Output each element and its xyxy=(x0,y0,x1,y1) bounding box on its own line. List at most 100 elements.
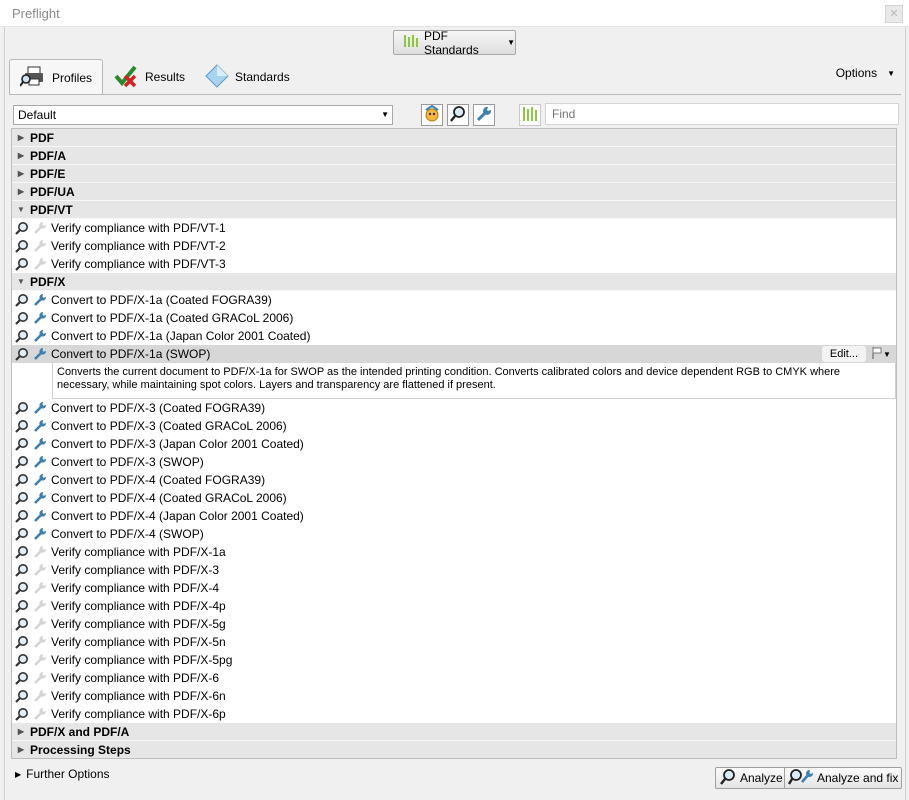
profile-row[interactable]: Convert to PDF/X-3 (Japan Color 2001 Coa… xyxy=(12,435,896,453)
magnifier-icon xyxy=(13,346,31,362)
wrench-icon xyxy=(31,688,49,704)
wrench-icon xyxy=(475,105,493,126)
analyze-filter-button[interactable] xyxy=(447,104,469,126)
tab-profiles[interactable]: Profiles xyxy=(9,59,104,95)
close-button[interactable]: ✕ xyxy=(885,5,903,23)
analyze-button[interactable]: Analyze xyxy=(715,767,787,789)
bars-icon xyxy=(404,35,418,50)
profile-label: Verify compliance with PDF/X-6n xyxy=(51,689,226,703)
profile-row[interactable]: Convert to PDF/X-1a (Japan Color 2001 Co… xyxy=(12,327,896,345)
profile-row[interactable]: Convert to PDF/X-4 (Coated FOGRA39) xyxy=(12,471,896,489)
magnifier-icon xyxy=(13,706,31,722)
options-menu[interactable]: Options ▼ xyxy=(836,66,895,80)
tab-divider xyxy=(9,94,901,95)
profile-label: Verify compliance with PDF/X-4p xyxy=(51,599,226,613)
wrench-icon xyxy=(31,652,49,668)
expand-icon: ▶ xyxy=(17,187,25,196)
wrench-icon xyxy=(31,238,49,254)
profile-label: Convert to PDF/X-3 (Coated GRACoL 2006) xyxy=(51,419,287,433)
wrench-icon xyxy=(31,418,49,434)
tab-profiles-label: Profiles xyxy=(52,70,93,85)
profile-row[interactable]: Convert to PDF/X-4 (SWOP) xyxy=(12,525,896,543)
group-pdf[interactable]: ▶ PDF xyxy=(12,129,896,147)
wrench-icon xyxy=(31,346,49,362)
profile-row[interactable]: Convert to PDF/X-4 (Coated GRACoL 2006) xyxy=(12,489,896,507)
further-options-label: Further Options xyxy=(26,767,110,781)
group-pdf-e[interactable]: ▶ PDF/E xyxy=(12,165,896,183)
magnifier-icon xyxy=(13,580,31,596)
profile-row[interactable]: Convert to PDF/X-3 (Coated GRACoL 2006) xyxy=(12,417,896,435)
profile-row[interactable]: Verify compliance with PDF/X-6p xyxy=(12,705,896,723)
tab-standards-label: Standards xyxy=(235,70,290,84)
profile-row[interactable]: Convert to PDF/X-4 (Japan Color 2001 Coa… xyxy=(12,507,896,525)
further-options-toggle[interactable]: ▶ Further Options xyxy=(15,767,110,781)
profile-label: Verify compliance with PDF/X-5n xyxy=(51,635,226,649)
magnifier-icon xyxy=(13,400,31,416)
group-pdf-a[interactable]: ▶ PDF/A xyxy=(12,147,896,165)
wrench-icon xyxy=(31,526,49,542)
magnifier-icon xyxy=(13,238,31,254)
magnifier-icon xyxy=(13,310,31,326)
tab-standards[interactable]: Standards xyxy=(195,59,300,95)
magnifier-icon xyxy=(13,562,31,578)
options-label: Options xyxy=(835,66,878,80)
profile-label: Verify compliance with PDF/X-3 xyxy=(51,563,220,577)
profile-row[interactable]: Verify compliance with PDF/X-6 xyxy=(12,669,896,687)
flag-icon xyxy=(872,347,882,361)
profile-label: Convert to PDF/X-4 (SWOP) xyxy=(51,527,204,541)
profile-row[interactable]: Verify compliance with PDF/X-5g xyxy=(12,615,896,633)
profile-row[interactable]: Convert to PDF/X-1a (Coated GRACoL 2006) xyxy=(12,309,896,327)
profile-row[interactable]: Verify compliance with PDF/VT-2 xyxy=(12,237,896,255)
wrench-icon xyxy=(31,616,49,632)
profile-row[interactable]: Convert to PDF/X-1a (Coated FOGRA39) xyxy=(12,291,896,309)
profile-library-select[interactable]: Default ▼ xyxy=(13,105,393,125)
fixup-filter-button[interactable] xyxy=(473,104,495,126)
profile-label: Convert to PDF/X-3 (Japan Color 2001 Coa… xyxy=(51,437,304,451)
group-label: PDF/X xyxy=(30,274,66,289)
x-items-fix: Convert to PDF/X-3 (Coated FOGRA39) Conve… xyxy=(12,399,896,543)
profile-row[interactable]: Verify compliance with PDF/X-5n xyxy=(12,633,896,651)
wrench-icon xyxy=(31,490,49,506)
x-items-before: Convert to PDF/X-1a (Coated FOGRA39) Conv… xyxy=(12,291,896,345)
profile-row[interactable]: Convert to PDF/X-3 (SWOP) xyxy=(12,453,896,471)
profile-label: Verify compliance with PDF/X-4 xyxy=(51,581,220,595)
group-label: PDF/A xyxy=(30,148,66,163)
x-items-verify: Verify compliance with PDF/X-1a Verify co… xyxy=(12,543,896,723)
expand-icon: ▶ xyxy=(17,727,25,736)
profile-row-selected[interactable]: Convert to PDF/X-1a (SWOP) Edit... ▼ xyxy=(12,345,896,363)
tab-results[interactable]: Results xyxy=(103,59,195,95)
profile-label: Convert to PDF/X-1a (Coated FOGRA39) xyxy=(51,293,272,307)
custom-profiles-filter-button[interactable] xyxy=(421,104,443,126)
group-pdf-x[interactable]: ▼ PDF/X xyxy=(12,273,896,291)
group-pdf-x-and-pdf-a[interactable]: ▶ PDF/X and PDF/A xyxy=(12,723,896,741)
analyze-and-fix-label: Analyze and fix xyxy=(817,771,899,785)
edit-profile-button[interactable]: Edit... xyxy=(821,346,866,362)
wrench-icon xyxy=(31,580,49,596)
group-pdf-ua[interactable]: ▶ PDF/UA xyxy=(12,183,896,201)
profile-row[interactable]: Verify compliance with PDF/X-1a xyxy=(12,543,896,561)
profile-row[interactable]: Verify compliance with PDF/X-5pg xyxy=(12,651,896,669)
profile-row[interactable]: Verify compliance with PDF/VT-3 xyxy=(12,255,896,273)
standards-filter-button[interactable] xyxy=(519,104,541,126)
diamond-icon xyxy=(205,63,229,91)
profile-row[interactable]: Verify compliance with PDF/X-4p xyxy=(12,597,896,615)
profile-row[interactable]: Verify compliance with PDF/X-6n xyxy=(12,687,896,705)
profile-row[interactable]: Convert to PDF/X-3 (Coated FOGRA39) xyxy=(12,399,896,417)
profile-label: Verify compliance with PDF/VT-1 xyxy=(51,221,226,235)
wrench-icon xyxy=(31,634,49,650)
group-processing-steps[interactable]: ▶ Processing Steps xyxy=(12,741,896,758)
pdf-standards-button[interactable]: PDF Standards ▼ xyxy=(393,29,516,57)
magnifier-icon xyxy=(13,328,31,344)
expand-icon: ▶ xyxy=(17,745,25,754)
flag-menu-button[interactable]: ▼ xyxy=(872,346,894,362)
magnifier-icon xyxy=(13,490,31,506)
collapse-icon: ▼ xyxy=(17,277,25,286)
profile-description: Converts the current document to PDF/X-1… xyxy=(52,363,896,399)
analyze-and-fix-button[interactable]: Analyze and fix xyxy=(784,767,903,789)
profile-row[interactable]: Verify compliance with PDF/VT-1 xyxy=(12,219,896,237)
profile-row[interactable]: Verify compliance with PDF/X-3 xyxy=(12,561,896,579)
group-pdf-vt[interactable]: ▼ PDF/VT xyxy=(12,201,896,219)
find-input[interactable] xyxy=(545,103,899,125)
expand-icon: ▶ xyxy=(15,769,22,779)
profile-row[interactable]: Verify compliance with PDF/X-4 xyxy=(12,579,896,597)
